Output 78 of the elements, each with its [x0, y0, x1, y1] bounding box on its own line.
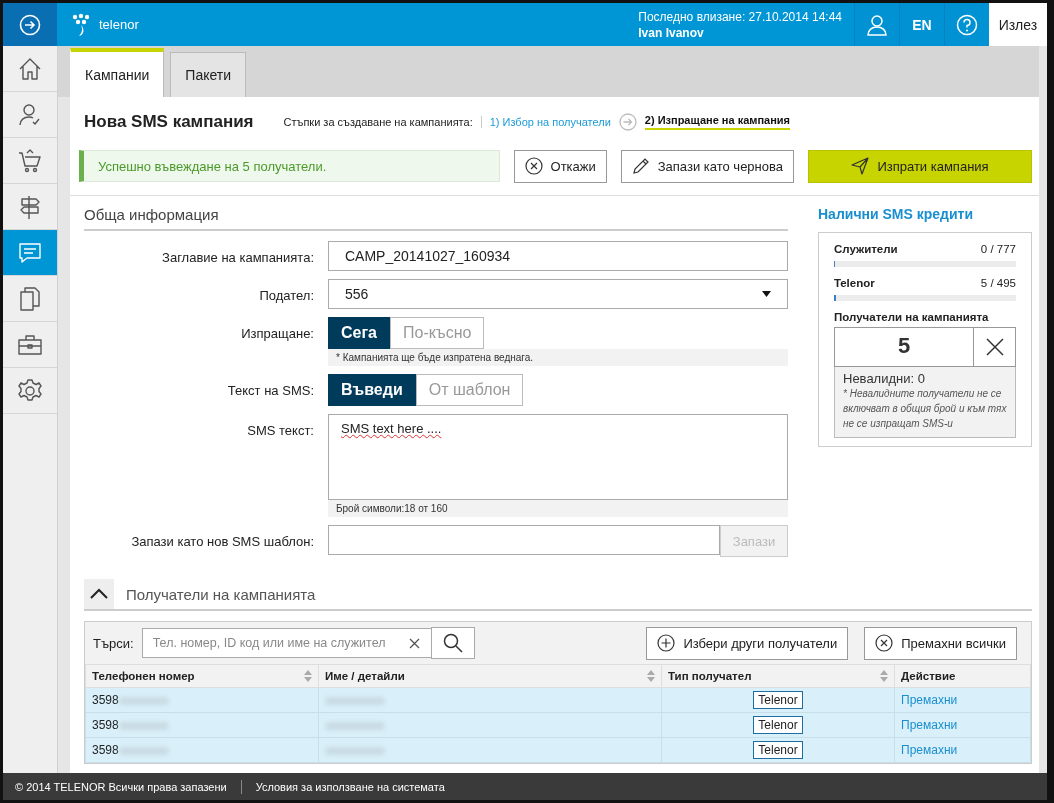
column-header[interactable]: Действие [894, 664, 1031, 688]
table-cell: 3598 [85, 712, 319, 738]
save-draft-button[interactable]: Запази като чернова [620, 149, 794, 183]
input-field[interactable]: CAMP_20141027_160934 [328, 241, 788, 271]
steps-label: Стъпки за създаване на кампанията: [283, 116, 482, 128]
collapse-button[interactable] [84, 579, 114, 609]
recipients-label: Получатели на кампанията [834, 311, 990, 323]
arrow-circle-icon [618, 113, 637, 131]
meter-label: Служители [834, 243, 898, 255]
section-heading: Получатели на кампанията [126, 585, 316, 603]
table-cell: 3598 [85, 737, 319, 763]
credits-title: Налични SMS кредити [818, 206, 974, 222]
invalid-count: Невалидни: 0 [843, 371, 926, 386]
user-icon [866, 13, 888, 36]
close-circle-icon [875, 634, 894, 652]
sort-icon [304, 670, 312, 682]
dropdown-icon [762, 291, 771, 297]
type-tag: Telenor [753, 716, 803, 734]
close-icon [984, 337, 1005, 357]
chevron-up-icon [90, 588, 108, 600]
select-field[interactable]: 556 [328, 279, 788, 309]
help-icon [956, 13, 978, 36]
invalid-note: * Невалидните получатели не се включват в общия брой и към тях не се изпращат SMS-и [843, 387, 1007, 431]
toggle-option[interactable]: Въведи [328, 374, 416, 406]
field-label: SMS текст: [246, 422, 315, 440]
search-button[interactable] [430, 627, 475, 659]
field-label: Текст на SMS: [226, 382, 315, 400]
field-hint: * Кампанията ще бъде изпратена веднага. [328, 349, 788, 366]
logout-button[interactable]: Излез [989, 3, 1047, 46]
page-title: Нова SMS кампания [84, 112, 254, 132]
search-icon [442, 633, 463, 653]
cart-icon [17, 147, 43, 174]
sort-icon [880, 670, 888, 682]
last-login: Последно влизане: 27.10.2014 14:44 [638, 8, 842, 25]
documents-icon [17, 285, 43, 312]
sidebar-item[interactable] [3, 230, 57, 276]
cancel-button[interactable]: Откажи [513, 149, 607, 183]
sort-icon [647, 670, 655, 682]
remove-all-button[interactable]: Премахни всички [864, 626, 1017, 660]
input-field[interactable] [328, 525, 720, 555]
send-icon [851, 157, 870, 175]
type-tag: Telenor [753, 691, 803, 709]
tab[interactable]: Пакети [170, 52, 246, 97]
field-label: Изпращане: [240, 325, 315, 343]
search-field[interactable]: Тел. номер, ID код или име на служител [141, 628, 432, 658]
arrow-circle-icon [19, 13, 41, 36]
clear-icon [408, 638, 420, 649]
terms-link[interactable]: Условия за използване на системата [255, 780, 445, 793]
user-name: Ivan Ivanov [638, 24, 705, 41]
table-cell: 3598 [85, 687, 319, 713]
meter-reading: 5 / 495 [980, 277, 1016, 289]
field-label: Запази като нов SMS шаблон: [130, 533, 315, 551]
toggle-option[interactable]: Сега [328, 317, 390, 349]
type-tag: Telenor [753, 741, 803, 759]
copyright: © 2014 TELENOR Всички права запазени [15, 780, 227, 793]
field-label: Заглавие на кампанията: [161, 249, 315, 267]
meter-reading: 0 / 777 [980, 243, 1016, 255]
settings-icon [17, 377, 43, 404]
column-header[interactable]: Телефонен номер [85, 664, 319, 688]
plus-circle-icon [657, 634, 676, 652]
menu-toggle[interactable] [3, 3, 57, 46]
add-recipients-button[interactable]: Избери други получатели [646, 626, 849, 660]
send-button[interactable]: Изпрати кампания [808, 149, 1032, 183]
search-label: Търси: [93, 635, 134, 651]
column-header[interactable]: Име / детайли [318, 664, 662, 688]
meter-label: Telenor [834, 277, 875, 289]
column-header[interactable]: Тип получател [661, 664, 895, 688]
section-heading: Обща информация [84, 206, 788, 231]
recipient-count: 5 [896, 332, 912, 360]
success-alert: Успешно въвеждане на 5 получатели. [79, 150, 500, 182]
field-hint: Брой символи:18 от 160 [328, 500, 788, 517]
sms-text-area[interactable]: SMS text here .... [328, 414, 788, 500]
logo-text: telenor [99, 17, 139, 32]
tab[interactable]: Кампании [70, 48, 165, 97]
field-label: Подател: [258, 287, 315, 305]
close-circle-icon [524, 157, 543, 175]
step-link[interactable]: 2) Изпращане на кампания [644, 114, 790, 130]
pencil-icon [631, 157, 650, 175]
